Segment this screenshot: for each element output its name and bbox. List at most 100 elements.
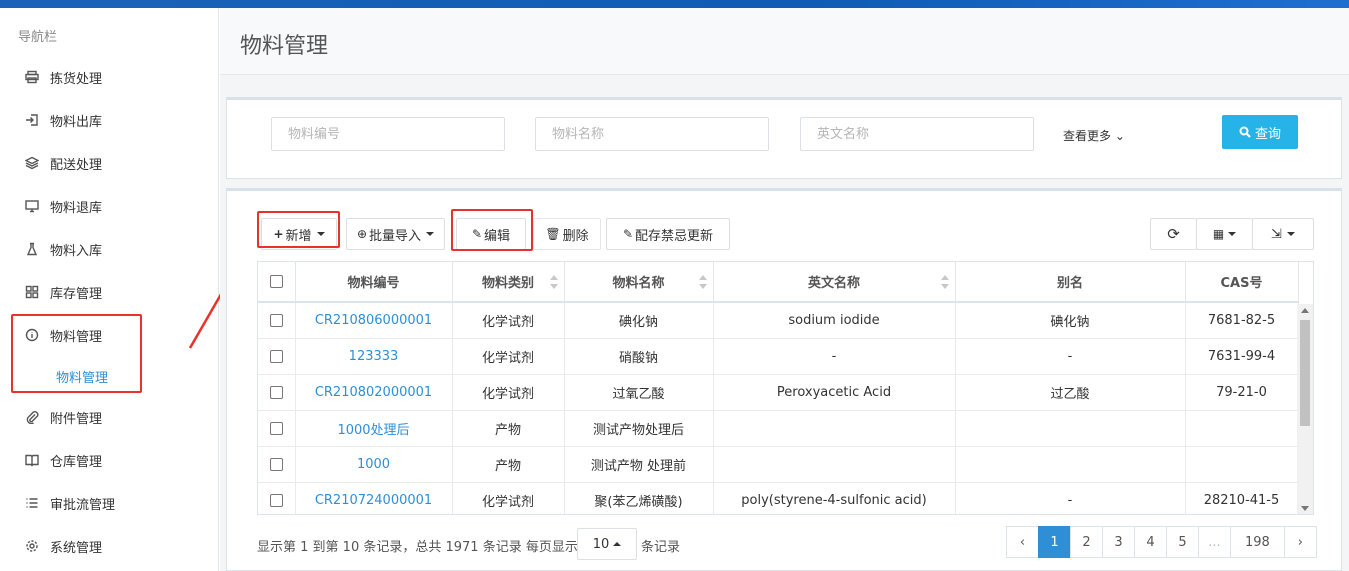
header-material-category[interactable]: 物料类别 (452, 262, 565, 303)
grid-icon (24, 284, 40, 300)
caret-down-icon (316, 232, 325, 236)
table-row[interactable]: 123333 化学试剂 硝酸钠 - - 7631-99-4 (258, 338, 1299, 375)
sort-icon[interactable] (549, 275, 558, 289)
table-row[interactable]: 1000处理后 产物 测试产物处理后 (258, 410, 1299, 447)
row-checkbox[interactable] (269, 493, 283, 507)
sidebar-item-delivery[interactable]: 配送处理 (24, 152, 102, 174)
page-header: 物料管理 (220, 8, 1349, 75)
material-code-link[interactable]: 1000处理后 (295, 410, 453, 447)
row-checkbox[interactable] (269, 457, 283, 471)
sidebar-item-label: 系统管理 (50, 540, 103, 556)
material-name-input[interactable] (535, 117, 769, 151)
caret-up-icon (613, 542, 622, 546)
material-code-link[interactable]: 1000 (295, 446, 453, 483)
more-filters-link[interactable]: 查看更多 ⌄ (1063, 127, 1125, 144)
select-all-checkbox[interactable] (269, 275, 283, 288)
trash-icon: 🗑 (545, 227, 561, 241)
export-button[interactable]: ⇲ (1252, 218, 1314, 250)
material-code-link[interactable]: CR210724000001 (295, 482, 453, 514)
search-panel: 查看更多 ⌄ 查询 (226, 97, 1342, 179)
monitor-icon (24, 198, 40, 214)
table-scrollbar[interactable] (1297, 304, 1313, 514)
sort-icon[interactable] (940, 275, 949, 289)
table-row[interactable]: 1000 产物 测试产物 处理前 (258, 446, 1299, 483)
english-cell: - (713, 338, 956, 375)
material-code-link[interactable]: 123333 (295, 338, 453, 375)
category-cell: 产物 (452, 446, 565, 483)
row-select-cell[interactable] (258, 446, 296, 483)
scrollbar-thumb[interactable] (1300, 320, 1310, 426)
header-english-name[interactable]: 英文名称 (713, 262, 956, 303)
page-4[interactable]: 4 (1134, 526, 1167, 558)
sidebar-item-warehouse[interactable]: 仓库管理 (24, 449, 102, 471)
header-material-name[interactable]: 物料名称 (564, 262, 714, 303)
alias-cell (955, 446, 1186, 483)
sidebar-item-approval[interactable]: 审批流管理 (24, 492, 115, 514)
english-name-input[interactable] (800, 117, 1034, 151)
delete-button[interactable]: 🗑 删除 (533, 218, 601, 250)
alias-cell: - (955, 338, 1186, 375)
table-row[interactable]: CR210802000001 化学试剂 过氧乙酸 Peroxyacetic Ac… (258, 374, 1299, 411)
sidebar-item-outbound[interactable]: 物料出库 (24, 109, 102, 131)
table-row[interactable]: CR210724000001 化学试剂 聚(苯乙烯磺酸) poly(styren… (258, 482, 1299, 514)
pagination: ‹ 1 2 3 4 5 ... 198 › (1006, 526, 1317, 558)
name-cell: 聚(苯乙烯磺酸) (564, 482, 714, 514)
table-row[interactable]: CR210806000001 化学试剂 碘化钠 sodium iodide 碘化… (258, 302, 1299, 339)
edit-button-label: 编辑 (484, 228, 511, 244)
select-all-cell[interactable] (258, 262, 296, 303)
info-circle-icon (24, 327, 40, 343)
page-size-select[interactable]: 10 (577, 528, 637, 560)
material-code-link[interactable]: CR210802000001 (295, 374, 453, 411)
row-checkbox[interactable] (269, 349, 283, 363)
page-3[interactable]: 3 (1102, 526, 1135, 558)
cas-cell (1185, 446, 1299, 483)
page-prev[interactable]: ‹ (1006, 526, 1039, 558)
header-material-code[interactable]: 物料编号 (295, 262, 453, 303)
sidebar-item-picking[interactable]: 拣货处理 (24, 66, 102, 88)
scroll-down-icon[interactable] (1301, 506, 1309, 511)
sidebar-item-label: 物料入库 (50, 243, 103, 259)
row-checkbox[interactable] (269, 385, 283, 399)
sort-icon[interactable] (698, 275, 707, 289)
sidebar-item-attachment[interactable]: 附件管理 (24, 406, 102, 428)
row-select-cell[interactable] (258, 338, 296, 375)
sidebar-item-system[interactable]: 系统管理 (24, 535, 102, 557)
name-cell: 碘化钠 (564, 302, 714, 339)
batch-import-button[interactable]: ⊕ 批量导入 (346, 218, 445, 250)
cas-cell: 28210-41-5 (1185, 482, 1299, 514)
page-198[interactable]: 198 (1230, 526, 1285, 558)
header-alias[interactable]: 别名 (955, 262, 1186, 303)
row-checkbox[interactable] (269, 313, 283, 327)
row-select-cell[interactable] (258, 482, 296, 514)
row-select-cell[interactable] (258, 302, 296, 339)
sidebar-item-inbound[interactable]: 物料入库 (24, 238, 102, 260)
query-button[interactable]: 查询 (1222, 115, 1298, 149)
add-button[interactable]: + 新增 (261, 218, 337, 250)
stock-taboo-update-button[interactable]: ✎ 配存禁忌更新 (606, 218, 730, 250)
row-select-cell[interactable] (258, 410, 296, 447)
category-cell: 化学试剂 (452, 374, 565, 411)
page-5[interactable]: 5 (1166, 526, 1199, 558)
columns-toggle-button[interactable]: ▦ (1196, 218, 1253, 250)
refresh-button[interactable]: ⟳ (1150, 218, 1197, 250)
page-2[interactable]: 2 (1070, 526, 1103, 558)
sidebar-item-inventory[interactable]: 库存管理 (24, 281, 102, 303)
page-next[interactable]: › (1283, 526, 1317, 558)
flask-icon (24, 241, 40, 257)
sidebar-item-return[interactable]: 物料退库 (24, 195, 102, 217)
header-cas[interactable]: CAS号 (1185, 262, 1299, 303)
sidebar-item-material[interactable]: 物料管理 (24, 324, 102, 346)
refresh-icon: ⟳ (1167, 225, 1180, 243)
page-1[interactable]: 1 (1038, 526, 1071, 558)
row-select-cell[interactable] (258, 374, 296, 411)
material-code-link[interactable]: CR210806000001 (295, 302, 453, 339)
edit-icon: ✎ (471, 227, 483, 241)
material-code-input[interactable] (271, 117, 505, 151)
edit-button[interactable]: ✎ 编辑 (456, 218, 526, 250)
batch-import-label: 批量导入 (369, 228, 422, 244)
sidebar-subitem-material[interactable]: 物料管理 (56, 367, 108, 386)
plus-circle-icon: ⊕ (356, 227, 368, 241)
scroll-up-icon[interactable] (1301, 308, 1309, 313)
row-checkbox[interactable] (269, 421, 283, 435)
table-panel: + 新增 ⊕ 批量导入 ✎ 编辑 🗑 删除 ✎ 配存禁忌更新 ⟳ ▦ ⇲ 物料编… (226, 188, 1342, 571)
